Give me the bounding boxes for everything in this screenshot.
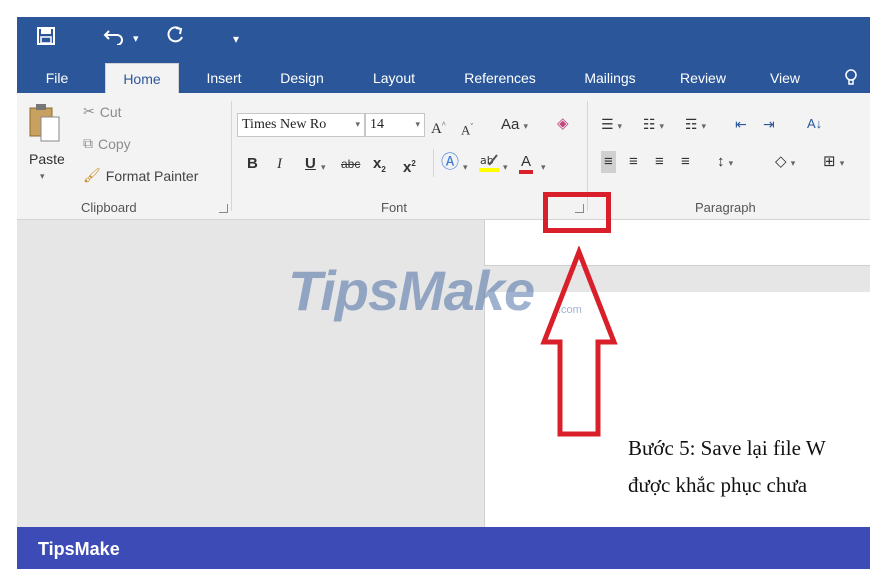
document-text-line[interactable]: được khắc phục chưa <box>628 473 807 498</box>
group-divider <box>231 101 232 211</box>
sort-icon[interactable]: A↓ <box>807 113 822 135</box>
paste-dropdown-icon: ▾ <box>40 171 45 181</box>
subscript-button[interactable]: x2 <box>373 153 386 181</box>
justify-icon[interactable]: ≡ <box>681 151 690 173</box>
watermark-logo: TipsMake <box>288 259 535 322</box>
ribbon-tabs: File Home Insert Design Layout Reference… <box>17 63 870 93</box>
increase-indent-icon[interactable]: ⇥ <box>763 113 775 135</box>
footer-brand: TipsMake <box>38 539 120 559</box>
multilevel-list-icon[interactable]: ☶ ▾ <box>685 113 706 137</box>
undo-dropdown-icon[interactable]: ▾ <box>133 25 139 53</box>
chevron-down-icon: ▾ <box>415 120 420 130</box>
change-case-label: Aa <box>501 116 520 133</box>
superscript-button[interactable]: x2 <box>403 153 416 179</box>
ribbon-home: Paste ▾ ✂ Cut ⧉ Copy 🖌 Format Painter Cl… <box>17 93 870 220</box>
scissors-icon: ✂ <box>83 103 95 119</box>
cut-label: Cut <box>99 103 122 120</box>
screenshot-frame: ▾ ▾ File Home Insert Design Layout Refer… <box>0 0 870 569</box>
decrease-indent-icon[interactable]: ⇤ <box>735 113 747 135</box>
shrink-font-icon[interactable]: Aˇ <box>461 116 473 141</box>
group-divider <box>433 149 434 177</box>
bold-button[interactable]: B <box>247 153 258 175</box>
paragraph-group-label: Paragraph <box>695 200 756 215</box>
format-painter-button[interactable]: 🖌 Format Painter <box>83 167 198 184</box>
clipboard-dialog-launcher-icon[interactable] <box>219 204 228 213</box>
chevron-down-icon: ▾ <box>355 120 360 130</box>
shading-icon[interactable]: ◇ ▾ <box>775 151 795 174</box>
paste-icon <box>29 104 60 142</box>
tab-layout[interactable]: Layout <box>365 63 423 93</box>
change-case-button[interactable]: Aa ▾ <box>501 114 528 137</box>
tab-mailings[interactable]: Mailings <box>575 63 645 93</box>
clear-formatting-icon[interactable]: ◈ <box>557 113 569 135</box>
align-center-icon[interactable]: ≡ <box>629 151 638 173</box>
font-color-label: A <box>519 153 534 174</box>
tab-home[interactable]: Home <box>105 63 179 93</box>
font-size-combo[interactable]: 14 ▾ <box>365 113 425 137</box>
font-group-label: Font <box>381 200 408 215</box>
align-right-icon[interactable]: ≡ <box>655 151 664 173</box>
font-name-value: Times New Ro <box>242 117 327 132</box>
format-painter-label: Format Painter <box>105 167 199 184</box>
highlight-color-icon[interactable]: ab <box>479 151 501 180</box>
font-color-button[interactable]: A <box>519 151 534 174</box>
italic-button[interactable]: I <box>277 153 282 175</box>
tab-insert[interactable]: Insert <box>199 63 249 93</box>
font-color-dropdown-icon[interactable]: ▾ <box>541 155 546 178</box>
paintbrush-icon: 🖌 <box>83 167 101 183</box>
grow-font-icon[interactable]: A^ <box>431 114 446 140</box>
text-effects-icon[interactable]: Ⓐ <box>441 151 459 173</box>
lightbulb-icon[interactable] <box>839 63 863 93</box>
tab-view[interactable]: View <box>763 63 807 93</box>
font-name-combo[interactable]: Times New Ro ▾ <box>237 113 365 137</box>
highlight-box <box>543 192 611 233</box>
bullets-icon[interactable]: ☰ ▾ <box>601 113 622 137</box>
copy-icon: ⧉ <box>83 135 93 151</box>
customize-qat-icon[interactable]: ▾ <box>233 25 239 53</box>
cut-button[interactable]: ✂ Cut <box>83 103 122 120</box>
redo-icon[interactable] <box>165 25 185 53</box>
align-left-icon[interactable]: ≡ <box>601 151 616 173</box>
underline-label: U <box>305 155 316 172</box>
copy-button[interactable]: ⧉ Copy <box>83 135 131 152</box>
tab-file[interactable]: File <box>37 63 77 93</box>
tab-references[interactable]: References <box>457 63 543 93</box>
clipboard-group-label: Clipboard <box>81 200 137 215</box>
undo-icon[interactable] <box>103 25 127 53</box>
numbering-icon[interactable]: ☷ ▾ <box>643 113 664 137</box>
line-spacing-icon[interactable]: ↕ ▾ <box>717 151 733 174</box>
underline-button[interactable]: U <box>305 153 316 175</box>
text-effects-dropdown-icon[interactable]: ▾ <box>463 155 468 178</box>
strikethrough-button[interactable]: abc <box>341 153 360 175</box>
save-icon[interactable] <box>37 25 55 53</box>
font-size-value: 14 <box>370 117 384 132</box>
document-text-line[interactable]: Bước 5: Save lại file W <box>628 436 826 461</box>
tab-review[interactable]: Review <box>675 63 731 93</box>
up-arrow-annotation <box>540 246 618 437</box>
quick-access-toolbar: ▾ ▾ <box>17 17 870 63</box>
underline-dropdown-icon[interactable]: ▾ <box>321 155 326 178</box>
paste-label: Paste <box>29 151 65 167</box>
tab-design[interactable]: Design <box>275 63 329 93</box>
highlight-dropdown-icon[interactable]: ▾ <box>503 155 508 178</box>
footer-bar: TipsMake <box>17 527 870 569</box>
borders-icon[interactable]: ⊞ ▾ <box>823 151 844 174</box>
copy-label: Copy <box>98 135 131 152</box>
paste-button[interactable]: Paste ▾ <box>27 103 67 193</box>
